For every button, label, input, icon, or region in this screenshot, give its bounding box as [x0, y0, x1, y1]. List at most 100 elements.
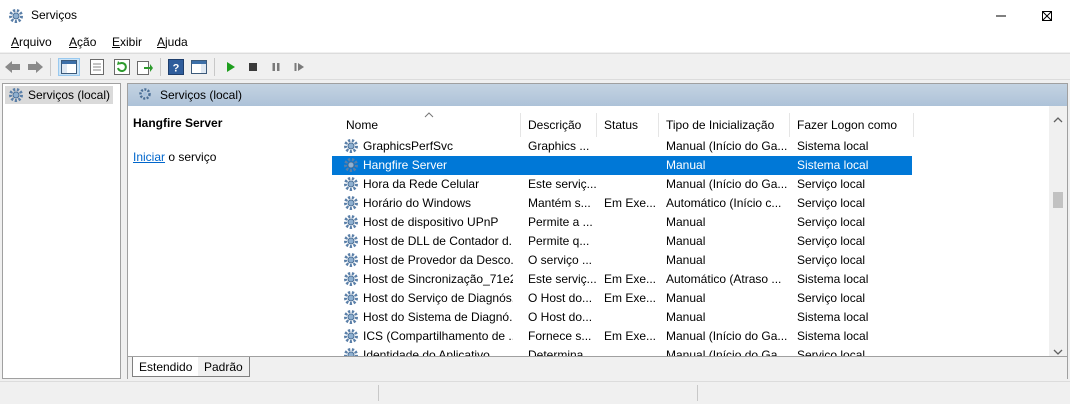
- services-table: Nome Descrição Status Tipo de Inicializa…: [332, 106, 1049, 356]
- tab-standard[interactable]: Padrão: [198, 357, 250, 377]
- cell-startup-type: Manual (Início do Ga...: [666, 348, 788, 356]
- title-bar: Serviços: [0, 0, 1070, 32]
- table-row[interactable]: Host de Provedor da Desco... O serviço ..…: [332, 251, 912, 270]
- cell-name: Hangfire Server: [363, 158, 448, 172]
- column-header-status[interactable]: Status: [597, 113, 659, 137]
- table-row[interactable]: Host de dispositivo UPnP Permite a ... Man…: [332, 213, 912, 232]
- stop-service-icon[interactable]: [244, 58, 262, 76]
- table-header: Nome Descrição Status Tipo de Inicializa…: [332, 106, 1049, 137]
- column-header-description[interactable]: Descrição: [521, 113, 597, 137]
- cell-name: Host de Provedor da Desco...: [363, 253, 513, 267]
- cell-log-on-as: Serviço local: [797, 196, 866, 210]
- column-header-startup-type[interactable]: Tipo de Inicialização: [659, 113, 790, 137]
- service-action-suffix: o serviço: [165, 150, 217, 164]
- back-arrow-icon[interactable]: [4, 58, 22, 76]
- cell-startup-type: Manual: [666, 253, 706, 267]
- export-list-icon[interactable]: [136, 58, 154, 76]
- cell-name: Host de dispositivo UPnP: [363, 215, 499, 229]
- toolbar-separator: [50, 58, 51, 76]
- table-row[interactable]: ICS (Compartilhamento de ... Fornece s...…: [332, 327, 912, 346]
- cell-status: Em Exe...: [604, 329, 657, 343]
- search-gear-icon: [138, 87, 154, 103]
- service-gear-icon: [343, 214, 359, 230]
- table-row[interactable]: Identidade do Aplicativo Determina... Manu…: [332, 346, 912, 356]
- console-tree-icon[interactable]: [58, 58, 80, 76]
- cell-description: Este serviç...: [528, 177, 596, 191]
- cell-name: Horário do Windows: [363, 196, 472, 210]
- column-header-name[interactable]: Nome: [339, 113, 521, 137]
- cell-description: Permite a ...: [528, 215, 593, 229]
- selected-service-name: Hangfire Server: [133, 116, 223, 130]
- menu-acao[interactable]: Ação: [69, 35, 96, 49]
- cell-description: Este serviç...: [528, 272, 596, 286]
- cell-log-on-as: Serviço local: [797, 348, 866, 356]
- cell-name: Identidade do Aplicativo: [363, 348, 490, 356]
- toolbar-separator: [214, 58, 215, 76]
- service-gear-icon: [343, 157, 359, 173]
- tab-label: Padrão: [204, 359, 243, 374]
- menu-arquivo[interactable]: Arquivo: [11, 35, 52, 49]
- pause-service-icon[interactable]: [267, 58, 285, 76]
- cell-log-on-as: Serviço local: [797, 234, 866, 248]
- column-label: Tipo de Inicialização: [666, 118, 775, 132]
- cell-log-on-as: Serviço local: [797, 253, 866, 267]
- table-row[interactable]: Horário do Windows Mantém s... Em Exe... Au…: [332, 194, 912, 213]
- start-service-icon[interactable]: [222, 58, 240, 76]
- properties-sheet-icon[interactable]: [88, 58, 106, 76]
- tree-item-services-local[interactable]: Serviços (local): [5, 86, 113, 104]
- cell-log-on-as: Sistema local: [797, 272, 869, 286]
- service-gear-icon: [343, 328, 359, 344]
- service-gear-icon: [343, 271, 359, 287]
- menu-exibir[interactable]: Exibir: [112, 35, 142, 49]
- menu-accel: A: [69, 35, 78, 49]
- cell-name: GraphicsPerfSvc: [363, 139, 454, 153]
- start-service-link[interactable]: Iniciar: [133, 150, 165, 164]
- table-row[interactable]: Host de Sincronização_71e21 Este serviç..…: [332, 270, 912, 289]
- help-icon[interactable]: ?: [167, 58, 185, 76]
- toolbar-separator: [160, 58, 161, 76]
- table-row[interactable]: Hangfire Server Manual Sistema local: [332, 156, 912, 175]
- cell-startup-type: Manual (Início do Ga...: [666, 139, 788, 153]
- column-label: Descrição: [528, 118, 582, 132]
- close-button[interactable]: [1024, 0, 1070, 32]
- column-label: Nome: [346, 118, 379, 132]
- cell-description: Determina...: [528, 348, 594, 356]
- svg-text:?: ?: [173, 63, 180, 75]
- scroll-up-icon[interactable]: [1053, 112, 1063, 126]
- menu-label: ção: [77, 35, 97, 49]
- service-action: Iniciar o serviço: [133, 150, 216, 164]
- column-label: Fazer Logon como: [797, 118, 898, 132]
- refresh-icon[interactable]: [113, 58, 131, 76]
- vertical-scrollbar[interactable]: [1049, 106, 1067, 356]
- show-hide-action-pane-icon[interactable]: [190, 58, 208, 76]
- cell-log-on-as: Sistema local: [797, 310, 869, 324]
- cell-log-on-as: Serviço local: [797, 177, 866, 191]
- cell-status: Em Exe...: [604, 272, 657, 286]
- extended-info-pane: Hangfire Server Iniciar o serviço: [128, 106, 332, 356]
- table-row[interactable]: Host do Sistema de Diagnó... O Host do...…: [332, 308, 912, 327]
- table-row[interactable]: Hora da Rede Celular Este serviç... Manual…: [332, 175, 912, 194]
- status-separator: [378, 385, 379, 401]
- table-row[interactable]: Host de DLL de Contador d... Permite q...…: [332, 232, 912, 251]
- menu-bar: Arquivo Ação Exibir Ajuda: [0, 32, 1070, 52]
- service-gear-icon: [343, 309, 359, 325]
- cell-startup-type: Manual: [666, 310, 706, 324]
- menu-label: juda: [165, 35, 188, 49]
- tab-extended[interactable]: Estendido: [132, 357, 199, 377]
- service-gear-icon: [343, 252, 359, 268]
- menu-ajuda[interactable]: Ajuda: [157, 35, 188, 49]
- forward-arrow-icon[interactable]: [26, 58, 44, 76]
- service-gear-icon: [343, 176, 359, 192]
- column-header-log-on-as[interactable]: Fazer Logon como: [790, 113, 914, 137]
- menu-accel: A: [11, 35, 20, 49]
- cell-log-on-as: Serviço local: [797, 215, 866, 229]
- table-row[interactable]: Host do Serviço de Diagnós... O Host do..…: [332, 289, 912, 308]
- service-gear-icon: [343, 195, 359, 211]
- restart-service-icon[interactable]: [290, 58, 308, 76]
- table-row[interactable]: GraphicsPerfSvc Graphics ... Manual (Iníci…: [332, 137, 912, 156]
- services-gear-icon: [8, 87, 24, 103]
- cell-name: Host de DLL de Contador d...: [363, 234, 513, 248]
- scrollbar-thumb[interactable]: [1053, 192, 1063, 208]
- cell-startup-type: Automático (Atraso ...: [666, 272, 782, 286]
- cell-description: Fornece s...: [528, 329, 592, 343]
